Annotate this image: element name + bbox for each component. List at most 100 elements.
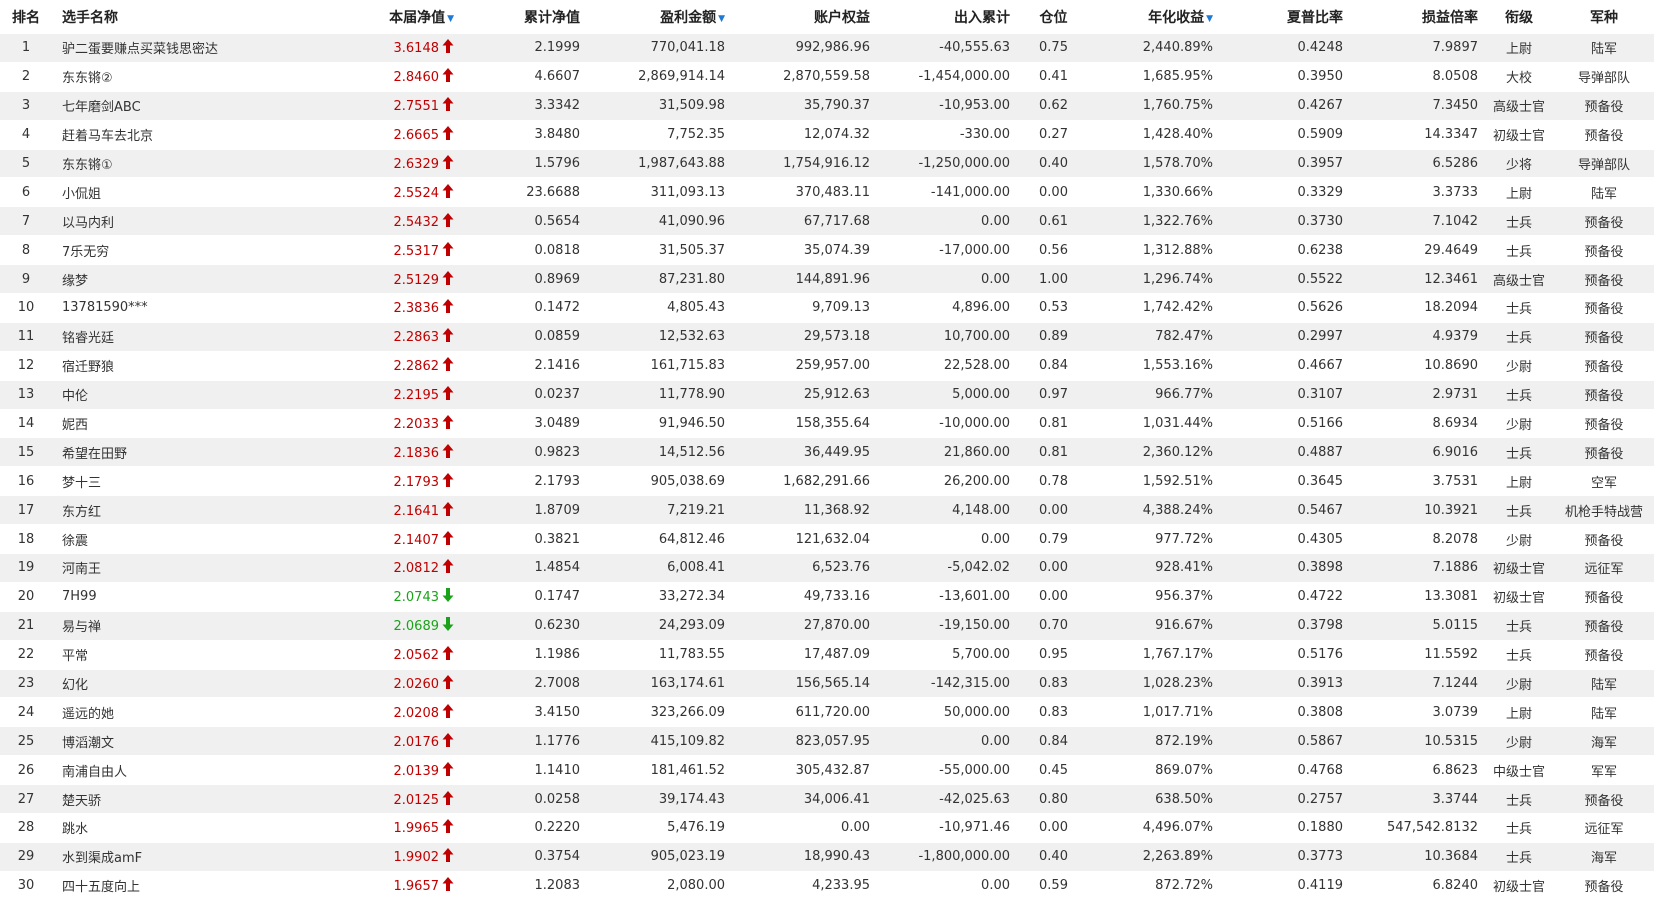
cell-player-name[interactable]: 徐震 — [52, 524, 362, 554]
cell-player-name[interactable]: 跳水 — [52, 813, 362, 843]
table-row[interactable]: 24 遥远的她 2.0208 3.4150 323,266.09 611,720.00 50… — [0, 697, 1654, 727]
sort-down-icon[interactable]: ▼ — [1206, 14, 1213, 24]
cell-profit: 323,266.09 — [586, 697, 731, 727]
cell-equity: 25,912.63 — [731, 379, 876, 410]
header-cum-nav[interactable]: 累计净值 — [454, 0, 586, 34]
cell-player-name[interactable]: 幻化 — [52, 668, 362, 698]
cell-player-name[interactable]: 东方红 — [52, 495, 362, 525]
table-row[interactable]: 12 宿迁野狼 2.2862 2.1416 161,715.83 259,957.00 22… — [0, 350, 1654, 381]
cell-player-name[interactable]: 水到渠成amF — [52, 841, 362, 872]
cell-player-name[interactable]: 中伦 — [52, 379, 362, 410]
cell-player-name[interactable]: 东东锵② — [52, 61, 362, 92]
table-row[interactable]: 17 东方红 2.1641 1.8709 7,219.21 11,368.92 4,148.… — [0, 495, 1654, 525]
table-row[interactable]: 2 东东锵② 2.8460 4.6607 2,869,914.14 2,870,559.5… — [0, 61, 1654, 92]
cell-annual: 782.47% — [1091, 321, 1219, 352]
table-row[interactable]: 5 东东锵① 2.6329 1.5796 1,987,643.88 1,754,916.1… — [0, 148, 1654, 178]
header-name[interactable]: 选手名称 — [52, 0, 362, 34]
table-row[interactable]: 10 13781590*** 2.3836 0.1472 4,805.43 9,709.1… — [0, 293, 1654, 323]
table-row[interactable]: 23 幻化 2.0260 2.7008 163,174.61 156,565.14 -142… — [0, 668, 1654, 698]
cell-nav: 2.0125 — [362, 784, 454, 814]
cell-player-name[interactable]: 缘梦 — [52, 264, 362, 294]
cell-player-name[interactable]: 宿迁野狼 — [52, 350, 362, 381]
table-row[interactable]: 14 妮西 2.2033 3.0489 91,946.50 158,355.64 -10,0… — [0, 408, 1654, 438]
table-row[interactable]: 15 希望在田野 2.1836 0.9823 14,512.56 36,449.95 21,… — [0, 437, 1654, 467]
cell-position: 0.80 — [1016, 784, 1091, 814]
header-sharpe[interactable]: 夏普比率 — [1219, 0, 1349, 34]
cell-player-name[interactable]: 梦十三 — [52, 466, 362, 496]
table-row[interactable]: 20 7H99 2.0743 0.1747 33,272.34 49,733.16 -13,… — [0, 581, 1654, 612]
header-rank-title[interactable]: 衔级 — [1484, 0, 1554, 34]
table-row[interactable]: 21 易与禅 2.0689 0.6230 24,293.09 27,870.00 -19,1… — [0, 610, 1654, 641]
cell-player-name[interactable]: 遥远的她 — [52, 697, 362, 727]
header-equity[interactable]: 账户权益 — [731, 0, 876, 34]
header-annual[interactable]: 年化收益 ▼ — [1091, 0, 1219, 34]
table-row[interactable]: 26 南浦自由人 2.0139 1.1410 181,461.52 305,432.87-… — [0, 755, 1654, 785]
cell-equity: 35,074.39 — [731, 235, 876, 265]
cell-equity: 121,632.04 — [731, 524, 876, 554]
cell-annual: 869.07% — [1091, 755, 1219, 785]
cell-sharpe: 0.5166 — [1219, 408, 1349, 438]
table-row[interactable]: 28 跳水 1.9965 0.2220 5,476.19 0.00 -10,971.46 0.… — [0, 813, 1654, 843]
table-row[interactable]: 18 徐震 2.1407 0.3821 64,812.46 121,632.04 0.00 0… — [0, 524, 1654, 554]
header-inout[interactable]: 出入累计 — [876, 0, 1016, 34]
cell-player-name[interactable]: 7H99 — [52, 581, 362, 612]
cell-player-name[interactable]: 妮西 — [52, 408, 362, 438]
cell-army: 机枪手特战营 — [1554, 495, 1654, 525]
cell-player-name[interactable]: 驴二蛋要赚点买菜钱思密达 — [52, 33, 362, 63]
cell-player-name[interactable]: 博滔潮文 — [52, 726, 362, 756]
cell-player-name[interactable]: 希望在田野 — [52, 437, 362, 467]
table-row[interactable]: 29 水到渠成amF 1.9902 0.3754 905,023.19 18,990.43… — [0, 841, 1654, 872]
cell-player-name[interactable]: 小侃姐 — [52, 177, 362, 207]
table-row[interactable]: 8 7乐无穷 2.5317 0.0818 31,505.37 35,074.39 -17,0… — [0, 235, 1654, 265]
sort-down-icon[interactable]: ▼ — [447, 14, 454, 24]
table-row[interactable]: 19 河南王 2.0812 1.4854 6,008.41 6,523.76 -5,042.… — [0, 553, 1654, 583]
table-row[interactable]: 25 博滔潮文 2.0176 1.1776 415,109.82 823,057.95 0.… — [0, 726, 1654, 756]
cell-player-name[interactable]: 河南王 — [52, 553, 362, 583]
cell-nav: 2.0812 — [362, 553, 454, 583]
cell-player-name[interactable]: 平常 — [52, 639, 362, 670]
cell-player-name[interactable]: 7乐无穷 — [52, 235, 362, 265]
cell-player-name[interactable]: 七年磨剑ABC — [52, 90, 362, 121]
header-position[interactable]: 仓位 — [1016, 0, 1091, 34]
cell-player-name[interactable]: 13781590*** — [52, 293, 362, 323]
cell-player-name[interactable]: 赶着马车去北京 — [52, 119, 362, 150]
cell-position: 1.00 — [1016, 264, 1091, 294]
table-row[interactable]: 27 楚天骄 2.0125 0.0258 39,174.43 34,006.41 -42,0… — [0, 784, 1654, 814]
table-row[interactable]: 3 七年磨剑ABC 2.7551 3.3342 31,509.98 35,790.37 -1… — [0, 90, 1654, 121]
header-nav[interactable]: 本届净值 ▼ — [362, 0, 454, 34]
table-row[interactable]: 22 平常 2.0562 1.1986 11,783.55 17,487.09 5,700.… — [0, 639, 1654, 670]
header-pl-ratio[interactable]: 损益倍率 — [1349, 0, 1484, 34]
cell-nav: 2.8460 — [362, 61, 454, 92]
cell-army: 陆军 — [1554, 177, 1654, 207]
sort-down-icon[interactable]: ▼ — [718, 14, 725, 24]
cell-position: 0.97 — [1016, 379, 1091, 410]
cell-player-name[interactable]: 铭睿光廷 — [52, 321, 362, 352]
cell-equity: 49,733.16 — [731, 581, 876, 612]
cell-position: 0.45 — [1016, 755, 1091, 785]
table-row[interactable]: 1 驴二蛋要赚点买菜钱思密达 3.6148 2.1999 770,041.18 992,9… — [0, 33, 1654, 63]
table-row[interactable]: 13 中伦 2.2195 0.0237 11,778.90 25,912.63 5,000.… — [0, 379, 1654, 410]
cell-player-name[interactable]: 以马内利 — [52, 206, 362, 236]
table-row[interactable]: 7 以马内利 2.5432 0.5654 41,090.96 67,717.68 0.00 0… — [0, 206, 1654, 236]
table-header-row: 排名 选手名称 本届净值 ▼ 累计净值 盈利金额 ▼ 账户权益 出入累计 仓位 年化… — [0, 0, 1654, 34]
table-row[interactable]: 4 赶着马车去北京 2.6665 3.8480 7,752.35 12,074.32 -33… — [0, 119, 1654, 150]
cell-annual: 1,017.71% — [1091, 697, 1219, 727]
cell-annual: 4,496.07% — [1091, 813, 1219, 843]
cell-inout: 5,700.00 — [876, 639, 1016, 670]
table-row[interactable]: 16 梦十三 2.1793 2.1793 905,038.69 1,682,291.66 2… — [0, 466, 1654, 496]
arrow-down-icon — [442, 617, 454, 632]
header-rank[interactable]: 排名 — [0, 0, 52, 34]
table-row[interactable]: 11 铭睿光廷 2.2863 0.0859 12,532.63 29,573.18 10,7… — [0, 321, 1654, 352]
cell-rank: 5 — [0, 148, 52, 178]
cell-army: 远征军 — [1554, 813, 1654, 843]
nav-value: 2.2862 — [393, 359, 440, 375]
table-row[interactable]: 6 小侃姐 2.5524 23.6688 311,093.13 370,483.11 -14… — [0, 177, 1654, 207]
header-profit[interactable]: 盈利金额 ▼ — [586, 0, 731, 34]
cell-player-name[interactable]: 楚天骄 — [52, 784, 362, 814]
table-row[interactable]: 9 缘梦 2.5129 0.8969 87,231.80 144,891.96 0.00 1.… — [0, 264, 1654, 294]
cell-player-name[interactable]: 南浦自由人 — [52, 755, 362, 785]
nav-value: 2.0125 — [393, 792, 440, 808]
cell-player-name[interactable]: 东东锵① — [52, 148, 362, 178]
cell-player-name[interactable]: 易与禅 — [52, 610, 362, 641]
header-army[interactable]: 军种 — [1554, 0, 1654, 34]
